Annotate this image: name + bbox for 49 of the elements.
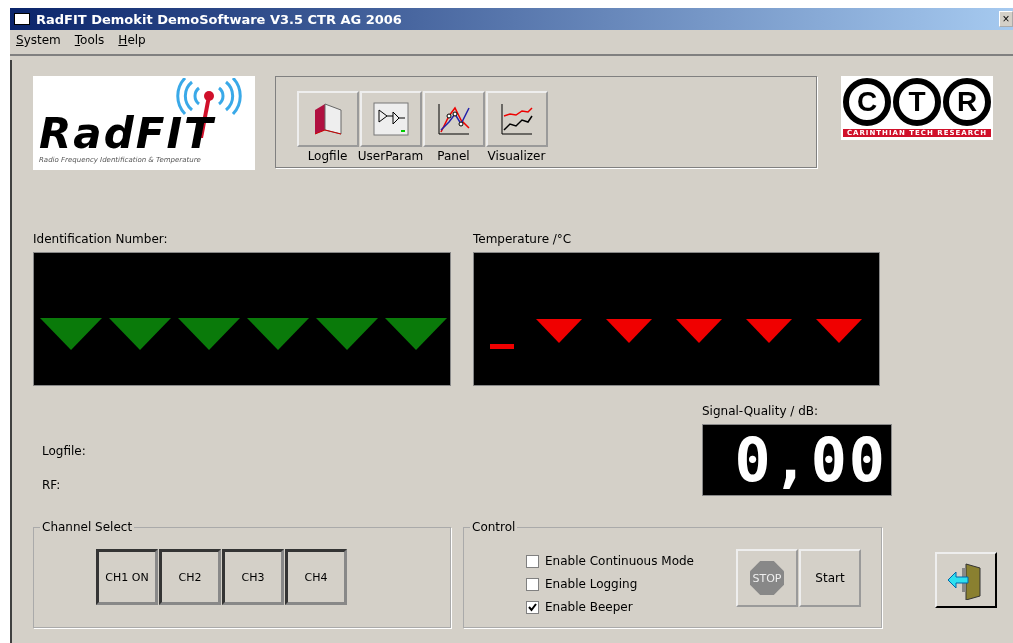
digit-placeholder-icon: [178, 318, 240, 350]
info-label: RF:: [42, 478, 62, 492]
signal-label: Signal-Quality / dB:: [702, 404, 820, 418]
digit-placeholder-icon: [247, 318, 309, 350]
checkbox-label: Enable Beeper: [545, 600, 633, 614]
display-label: Temperature /°C: [473, 232, 573, 246]
digit-placeholder-icon: [316, 318, 378, 350]
digit-placeholder-icon: [40, 318, 102, 350]
menu-item[interactable]: Tools: [74, 33, 105, 51]
digit-placeholder-icon: [109, 318, 171, 350]
logo-text: RadFIT: [39, 112, 217, 156]
toolbar-label: UserParam: [357, 149, 424, 163]
window-icon: [14, 13, 30, 25]
diagram-icon: [372, 102, 409, 136]
digit-placeholder-icon: [816, 319, 862, 343]
checkbox[interactable]: [526, 554, 539, 568]
digit-placeholder-icon: [746, 319, 792, 343]
digit-placeholder-icon: [385, 318, 447, 350]
group-title: Control: [471, 520, 517, 534]
line-chart-icon: [436, 102, 471, 136]
toolbar-button[interactable]: [296, 91, 359, 147]
close-button[interactable]: ×: [999, 11, 1013, 27]
digit-placeholder-icon: [606, 319, 652, 343]
channel-button[interactable]: CH2: [159, 549, 221, 605]
channel-button[interactable]: CH4: [285, 549, 347, 605]
toolbar-label: Logfile: [307, 149, 348, 163]
menu-item[interactable]: Help: [118, 33, 146, 51]
toolbar-button[interactable]: [359, 91, 422, 147]
digit-placeholder-icon: [676, 319, 722, 343]
channel-button[interactable]: CH3: [222, 549, 284, 605]
menu-item[interactable]: System: [16, 33, 61, 51]
display-label: Identification Number:: [33, 232, 169, 246]
toolbar-label: Panel: [437, 149, 470, 163]
checkbox[interactable]: [526, 577, 539, 591]
digit-placeholder-icon: [536, 319, 582, 343]
line-chart-icon: [499, 102, 534, 136]
exit-button[interactable]: [935, 552, 997, 608]
info-label: Logfile:: [42, 444, 87, 458]
start-button[interactable]: Start: [799, 549, 861, 607]
toolbar-label: Visualizer: [487, 149, 546, 163]
checkbox[interactable]: [526, 600, 539, 614]
group-title: Channel Select: [41, 520, 134, 534]
checkbox-label: Enable Logging: [545, 577, 638, 591]
toolbar-button[interactable]: [422, 91, 485, 147]
checkbox-label: Enable Continuous Mode: [545, 554, 694, 568]
channel-button[interactable]: CH1 ON: [96, 549, 158, 605]
signal-value: 0,00: [734, 428, 887, 492]
window-title: RadFIT Demokit DemoSoftware V3.5 CTR AG 2006: [36, 11, 403, 27]
toolbar-button[interactable]: [485, 91, 548, 147]
